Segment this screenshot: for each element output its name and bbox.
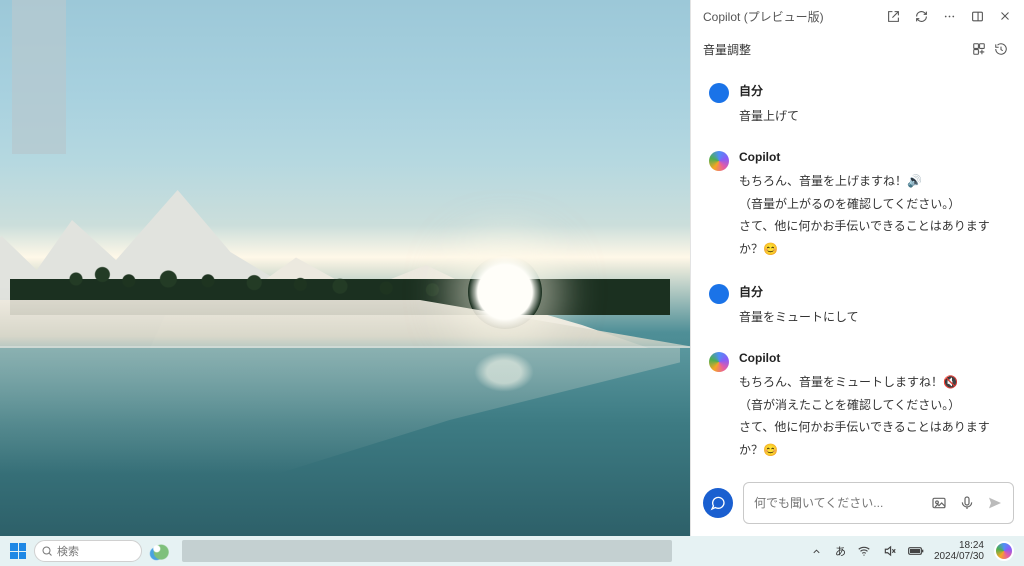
sender-name: 自分 (739, 283, 1006, 300)
dock-icon[interactable] (966, 5, 988, 27)
chat-message-user: 自分音量上げて (709, 82, 1006, 128)
copilot-panel: Copilot (プレビュー版) 音量調整 自分音量上げてCopilotもちろん… (690, 0, 1024, 536)
message-text: もちろん、音量をミュートしますね！🔇（音が消えたことを確認してください。）さて、… (739, 371, 1006, 462)
windows-logo-icon (10, 543, 26, 559)
ime-indicator[interactable]: あ (835, 543, 846, 559)
copilot-avatar-icon (709, 352, 729, 372)
tray-chevron-icon[interactable] (809, 543, 825, 559)
sender-name: Copilot (739, 150, 1006, 164)
chat-input-box[interactable] (743, 482, 1014, 524)
plugins-icon[interactable] (968, 38, 990, 60)
copilot-taskbar-icon[interactable] (994, 541, 1014, 561)
sender-name: Copilot (739, 351, 1006, 365)
taskbar: 検索 あ 18:24 2024/07/30 (0, 536, 1024, 566)
wifi-icon[interactable] (856, 543, 872, 559)
panel-header: Copilot (プレビュー版) (691, 0, 1024, 32)
input-row (691, 476, 1024, 536)
widgets-icon (148, 540, 170, 562)
chat-message-copilot: Copilot もちろん、音量を上げますね！🔊（音量が上がるのを確認してください。… (709, 150, 1006, 261)
topic-row: 音量調整 (691, 32, 1024, 66)
clock-time: 18:24 (934, 540, 984, 551)
wallpaper-water (0, 348, 690, 536)
panel-title: Copilot (プレビュー版) (703, 8, 876, 25)
user-avatar-icon (709, 83, 729, 103)
more-icon[interactable] (938, 5, 960, 27)
send-icon[interactable] (983, 491, 1007, 515)
search-icon (41, 545, 53, 557)
taskbar-search[interactable]: 検索 (34, 540, 142, 562)
chat-message-user: 自分音量をミュートにして (709, 283, 1006, 329)
user-avatar-icon (709, 284, 729, 304)
start-button[interactable] (6, 539, 30, 563)
clock-date: 2024/07/30 (934, 551, 984, 562)
taskbar-search-placeholder: 検索 (57, 543, 79, 559)
chat-scroll[interactable]: 自分音量上げてCopilotもちろん、音量を上げますね！🔊（音量が上がるのを確認… (691, 66, 1024, 476)
wallpaper-sun (468, 255, 542, 329)
open-external-icon[interactable] (882, 5, 904, 27)
sender-name: 自分 (739, 82, 1006, 99)
message-text: もちろん、音量を上げますね！🔊（音量が上がるのを確認してください。）さて、他に何… (739, 170, 1006, 261)
history-icon[interactable] (990, 38, 1012, 60)
image-input-icon[interactable] (927, 491, 951, 515)
message-text: 音量上げて (739, 105, 1006, 128)
battery-icon[interactable] (908, 543, 924, 559)
message-text: 音量をミュートにして (739, 306, 1006, 329)
close-icon[interactable] (994, 5, 1016, 27)
taskbar-widgets[interactable] (146, 539, 172, 563)
taskbar-app-area (182, 540, 672, 562)
volume-muted-icon[interactable] (882, 543, 898, 559)
chat-message-copilot: Copilot もちろん、音量をミュートしますね！🔇（音が消えたことを確認してくだ… (709, 351, 1006, 462)
chat-input[interactable] (754, 496, 923, 510)
refresh-icon[interactable] (910, 5, 932, 27)
overlay-strip (12, 0, 66, 154)
new-topic-button[interactable] (703, 488, 733, 518)
taskbar-clock[interactable]: 18:24 2024/07/30 (934, 540, 984, 562)
mic-icon[interactable] (955, 491, 979, 515)
topic-title: 音量調整 (703, 41, 751, 58)
system-tray: あ 18:24 2024/07/30 (809, 540, 1018, 562)
copilot-avatar-icon (709, 151, 729, 171)
